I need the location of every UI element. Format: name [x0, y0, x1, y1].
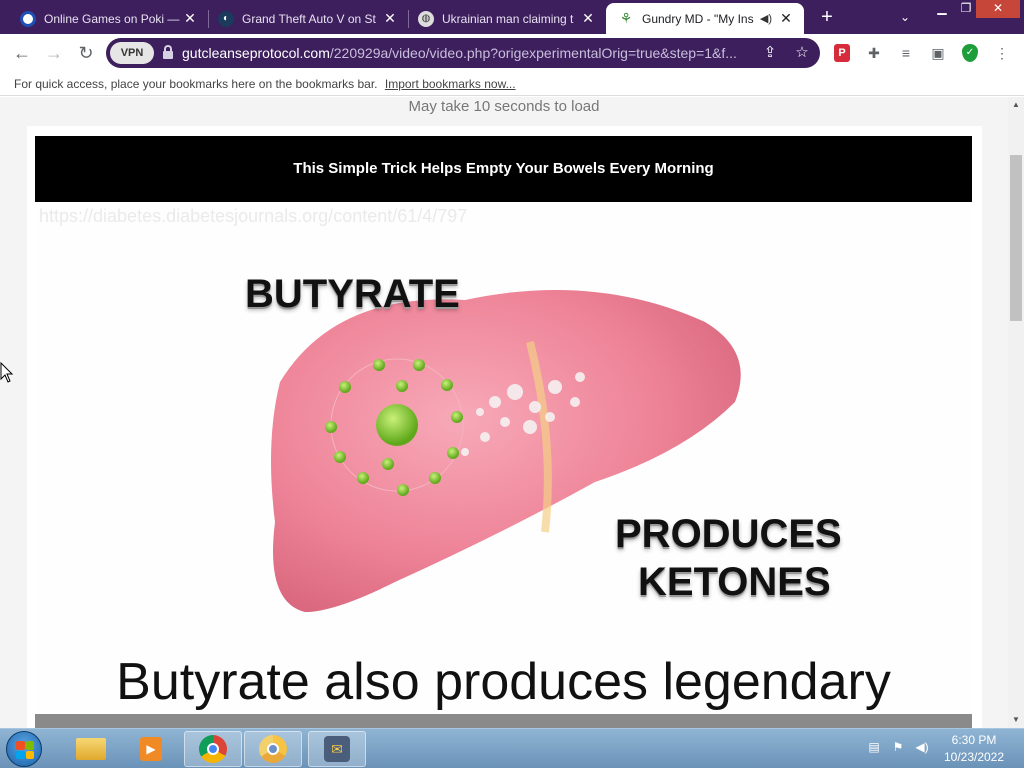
tab-title: Ukrainian man claiming t [442, 11, 574, 26]
close-tab-icon[interactable]: ✕ [776, 10, 796, 27]
video-player[interactable]: https://diabetes.diabetesjournals.org/co… [35, 202, 972, 728]
ketones-label: KETONES [638, 560, 831, 604]
tab-gundry[interactable]: ⚘ Gundry MD - "My Ins ◀) ✕ [606, 3, 804, 34]
steam-icon: ◐ [218, 10, 234, 27]
close-tab-icon[interactable]: ✕ [380, 10, 400, 27]
poki-icon [20, 10, 36, 27]
globe-icon: ◍ [418, 10, 434, 27]
app-taskbar-icon[interactable]: ✉ [308, 731, 366, 767]
close-window-icon[interactable]: ✕ [976, 0, 1020, 18]
system-clock[interactable]: 6:30 PM 10/23/2022 [936, 732, 1012, 766]
url-text[interactable]: gutcleanseprotocol.com/220929a/video/vid… [182, 38, 752, 68]
clock-date: 10/23/2022 [943, 750, 1005, 764]
tab-title: Gundry MD - "My Ins [642, 11, 754, 26]
tab-strip: Online Games on Poki — ✕ ◐ Grand Theft A… [0, 0, 1024, 34]
url-path: /220929a/video/video.php?origexperimenta… [329, 45, 737, 61]
video-caption: Butyrate also produces legendary [116, 653, 891, 711]
share-icon[interactable]: ⇪ [760, 43, 780, 63]
sprout-icon: ⚘ [619, 10, 633, 26]
volume-icon[interactable]: ◀) [914, 739, 930, 755]
butyrate-label: BUTYRATE [245, 272, 460, 316]
address-bar[interactable]: VPN gutcleanseprotocol.com/220929a/video… [106, 38, 820, 68]
scroll-thumb[interactable] [1010, 155, 1022, 321]
speaker-icon[interactable]: ◀) [760, 12, 772, 25]
close-tab-icon[interactable]: ✕ [180, 10, 200, 27]
windows-taskbar: ▶ ✉ ▤ ⚑ ◀) 6:30 PM 10/23/2022 [0, 728, 1024, 768]
chrome-canary-taskbar-icon[interactable] [244, 731, 302, 767]
page-content: May take 10 seconds to load This Simple … [0, 97, 1008, 728]
media-control-icon[interactable]: ≡ [896, 43, 916, 63]
tab-ukrainian[interactable]: ◍ Ukrainian man claiming t ✕ [408, 3, 606, 34]
browser-toolbar: ← → ↻ VPN gutcleanseprotocol.com/220929a… [0, 34, 1024, 72]
clock-time: 6:30 PM [951, 733, 997, 747]
mouse-cursor-icon [0, 362, 14, 383]
bookmark-star-icon[interactable]: ☆ [792, 43, 812, 63]
import-bookmarks-link[interactable]: Import bookmarks now... [385, 77, 516, 91]
close-tab-icon[interactable]: ✕ [578, 10, 598, 27]
tab-title: Grand Theft Auto V on St [242, 11, 376, 26]
tab-poki[interactable]: Online Games on Poki — ✕ [0, 3, 208, 34]
chrome-taskbar-icon[interactable] [184, 731, 242, 767]
scroll-down-icon[interactable]: ▼ [1008, 712, 1024, 728]
extensions-puzzle-icon[interactable]: ✚ [864, 43, 884, 63]
network-icon[interactable]: ▤ [866, 739, 882, 755]
side-panel-icon[interactable]: ▣ [928, 43, 948, 63]
reload-icon[interactable]: ↻ [74, 41, 98, 65]
video-controls-bar[interactable] [35, 714, 972, 728]
liver-illustration [271, 289, 741, 612]
action-center-icon[interactable]: ⚑ [890, 739, 906, 755]
tab-title: Online Games on Poki — [44, 11, 180, 26]
vpn-badge[interactable]: VPN [110, 42, 154, 64]
shield-extension-icon[interactable]: ✓ [962, 44, 978, 62]
forward-icon[interactable]: → [42, 41, 66, 65]
produces-label: PRODUCES [615, 512, 842, 556]
headline-banner: This Simple Trick Helps Empty Your Bowel… [35, 136, 972, 202]
lock-icon[interactable] [163, 45, 173, 59]
load-note: May take 10 seconds to load [408, 98, 600, 115]
menu-kebab-icon[interactable]: ⋮ [992, 43, 1012, 63]
new-tab-button[interactable]: + [814, 6, 840, 30]
page-scrollbar[interactable]: ▲ ▼ [1008, 97, 1024, 728]
tab-search-icon[interactable]: ⌄ [894, 6, 916, 28]
back-icon[interactable]: ← [10, 41, 34, 65]
windows-logo-icon [16, 741, 34, 759]
file-explorer-icon[interactable] [62, 731, 120, 767]
start-button[interactable] [6, 731, 42, 767]
url-domain: gutcleanseprotocol.com [182, 45, 330, 61]
bookmarks-hint: For quick access, place your bookmarks h… [14, 77, 378, 91]
pocket-extension-icon[interactable]: P [834, 44, 850, 62]
media-player-icon[interactable]: ▶ [122, 731, 180, 767]
tab-steam[interactable]: ◐ Grand Theft Auto V on St ✕ [208, 3, 408, 34]
scroll-up-icon[interactable]: ▲ [1008, 97, 1024, 113]
bookmarks-bar: For quick access, place your bookmarks h… [0, 72, 1024, 96]
